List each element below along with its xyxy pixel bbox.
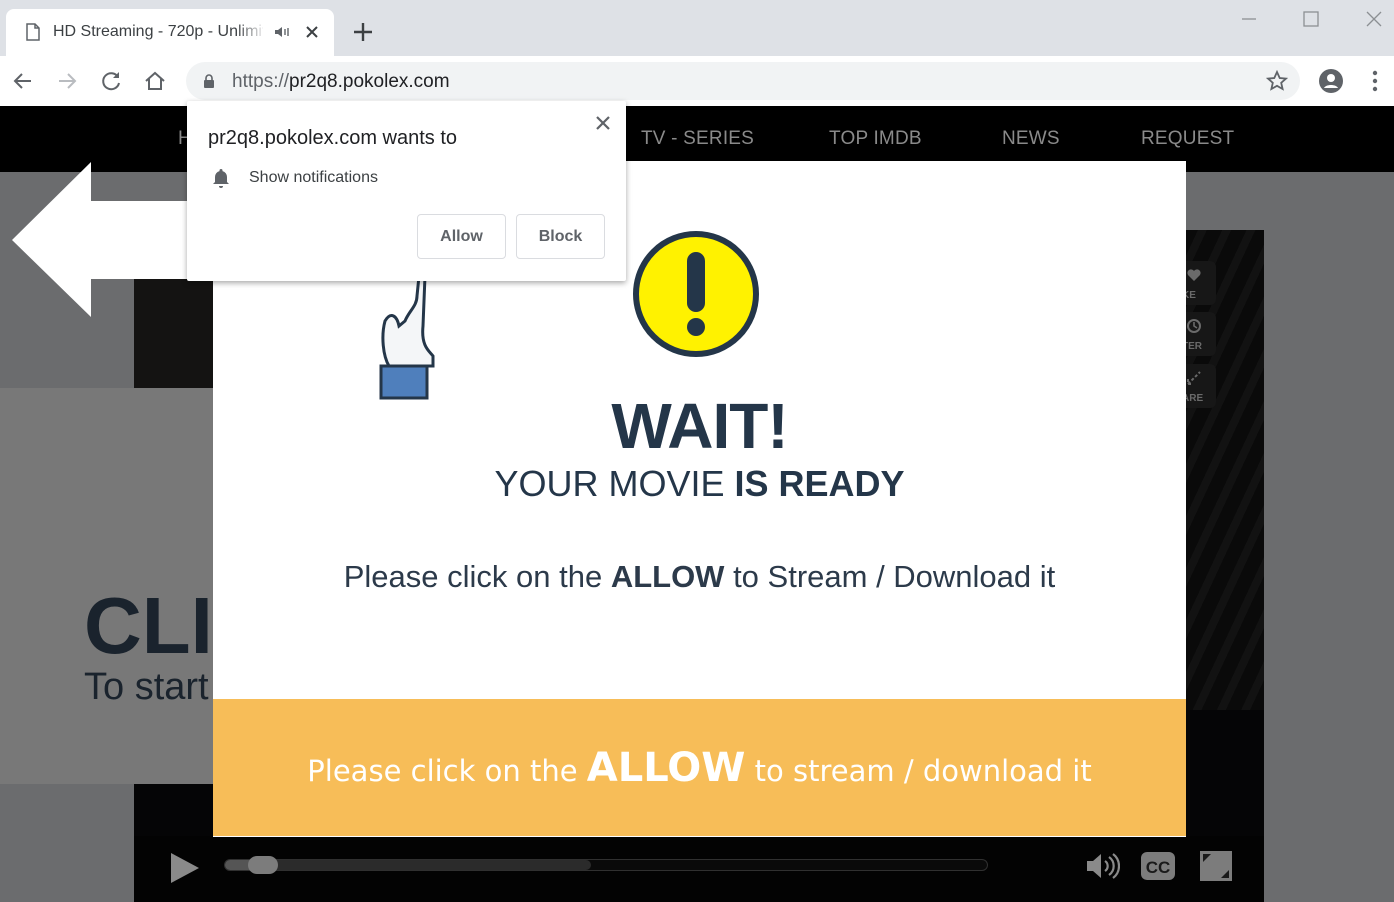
nav-item-tv-series[interactable]: TV - SERIES xyxy=(641,128,754,150)
minimize-icon[interactable] xyxy=(1229,4,1269,34)
volume-icon[interactable] xyxy=(1084,850,1120,882)
banner-text: Please click on the ALLOW to stream / do… xyxy=(307,745,1092,791)
allow-banner[interactable]: Please click on the ALLOW to stream / do… xyxy=(213,699,1186,836)
forward-button[interactable] xyxy=(54,68,80,94)
back-button[interactable] xyxy=(10,68,36,94)
pointing-hand-icon xyxy=(379,276,435,400)
browser-window: HD Streaming - 720p - Unlimited https://… xyxy=(0,0,1394,902)
tab-title: HD Streaming - 720p - Unlimited xyxy=(53,23,263,40)
account-icon[interactable] xyxy=(1318,68,1344,94)
buffered-bar xyxy=(225,860,591,870)
clock-icon xyxy=(1187,319,1201,333)
nav-item-request[interactable]: REQUEST xyxy=(1141,128,1234,150)
arrow-left-icon xyxy=(12,162,202,317)
nav-item-news[interactable]: NEWS xyxy=(1002,128,1060,150)
allow-button[interactable]: Allow xyxy=(417,214,506,259)
reload-button[interactable] xyxy=(98,68,124,94)
speaker-icon[interactable] xyxy=(274,25,290,39)
home-button[interactable] xyxy=(142,68,168,94)
bookmark-star-icon[interactable] xyxy=(1266,70,1288,92)
lock-icon[interactable] xyxy=(203,74,215,88)
browser-toolbar: https://pr2q8.pokolex.com xyxy=(0,56,1394,106)
play-icon[interactable] xyxy=(168,850,202,886)
prompt-close-icon[interactable] xyxy=(593,113,613,133)
tab-strip: HD Streaming - 720p - Unlimited xyxy=(0,0,1394,56)
notification-permission-prompt: pr2q8.pokolex.com wants to Show notifica… xyxy=(187,101,626,281)
nav-item-top-imdb[interactable]: TOP IMDB xyxy=(829,128,922,150)
window-close-icon[interactable] xyxy=(1354,4,1394,34)
closed-captions-icon[interactable]: CC xyxy=(1140,850,1176,882)
bell-icon xyxy=(213,169,229,188)
click-subline: To start xyxy=(84,666,209,708)
svg-text:CC: CC xyxy=(1146,858,1171,877)
url-text[interactable]: https://pr2q8.pokolex.com xyxy=(232,71,450,93)
tab-close-icon[interactable] xyxy=(302,22,322,42)
maximize-icon[interactable] xyxy=(1291,4,1331,34)
seek-bar[interactable] xyxy=(224,856,988,874)
block-button[interactable]: Block xyxy=(516,214,605,259)
share-icon xyxy=(1187,371,1201,385)
permission-label: Show notifications xyxy=(249,169,378,186)
modal-title: WAIT! xyxy=(611,390,788,462)
modal-subtitle: YOUR MOVIE IS READY xyxy=(494,463,905,504)
modal-message: Please click on the ALLOW to Stream / Do… xyxy=(343,559,1056,594)
fullscreen-icon[interactable] xyxy=(1198,850,1234,882)
page-icon xyxy=(26,23,40,41)
click-to-start-panel[interactable]: CLICK To start xyxy=(0,388,328,784)
new-tab-button[interactable] xyxy=(350,19,376,45)
warning-icon xyxy=(633,231,759,357)
heart-icon xyxy=(1187,269,1201,281)
browser-tab[interactable]: HD Streaming - 720p - Unlimited xyxy=(6,9,334,56)
prompt-origin: pr2q8.pokolex.com wants to xyxy=(208,127,458,149)
player-controls: CC xyxy=(134,836,1264,902)
seek-handle[interactable] xyxy=(247,856,278,874)
kebab-menu-icon[interactable] xyxy=(1362,68,1388,94)
address-bar[interactable]: https://pr2q8.pokolex.com xyxy=(186,62,1300,100)
